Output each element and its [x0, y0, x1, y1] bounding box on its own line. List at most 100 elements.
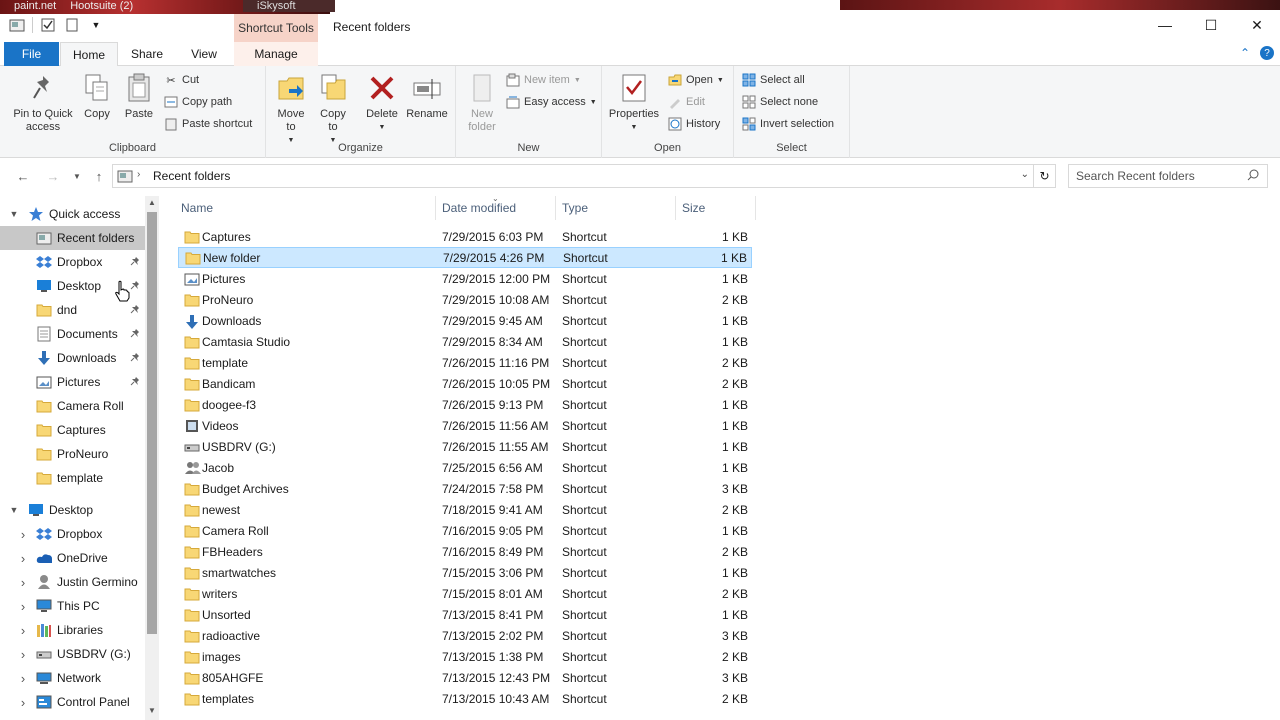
- address-field[interactable]: › Recent folders ⌄ ↻: [112, 164, 1056, 188]
- table-row[interactable]: writers 7/15/2015 8:01 AM Shortcut 2 KB: [178, 583, 752, 604]
- nav-item-template[interactable]: template: [0, 466, 145, 490]
- open-button[interactable]: Open ▼: [668, 70, 724, 90]
- edit-button[interactable]: Edit: [668, 92, 705, 112]
- nav-quick-access[interactable]: ▼ Quick access: [0, 202, 145, 226]
- nav-desktop[interactable]: ▼ Desktop: [0, 498, 145, 522]
- close-button[interactable]: ✕: [1234, 10, 1280, 40]
- table-row[interactable]: newest 7/18/2015 9:41 AM Shortcut 2 KB: [178, 499, 752, 520]
- expand-chevron-icon[interactable]: ›: [17, 551, 29, 566]
- nav-item-dropbox[interactable]: › Dropbox: [0, 522, 145, 546]
- pin-icon[interactable]: [130, 280, 140, 293]
- select-none-button[interactable]: Select none: [742, 92, 818, 112]
- table-row[interactable]: Videos 7/26/2015 11:56 AM Shortcut 1 KB: [178, 415, 752, 436]
- nav-item-control-panel[interactable]: › Control Panel: [0, 690, 145, 714]
- table-row[interactable]: images 7/13/2015 1:38 PM Shortcut 2 KB: [178, 646, 752, 667]
- column-header-name[interactable]: Name: [170, 196, 436, 220]
- up-button[interactable]: ↑: [90, 168, 108, 184]
- copy-to-button[interactable]: Copy to ▼: [314, 72, 352, 147]
- history-button[interactable]: History: [668, 114, 720, 134]
- address-dropdown-icon[interactable]: ⌄: [1021, 169, 1029, 180]
- table-row[interactable]: templates 7/13/2015 10:43 AM Shortcut 2 KB: [178, 688, 752, 709]
- nav-item-usbdrv-g-[interactable]: › USBDRV (G:): [0, 642, 145, 666]
- new-folder-qat-icon[interactable]: [63, 16, 81, 34]
- nav-item-downloads[interactable]: Downloads: [0, 346, 145, 370]
- rename-button[interactable]: Rename: [404, 72, 450, 121]
- pin-icon[interactable]: [130, 352, 140, 365]
- forward-button[interactable]: →: [44, 168, 62, 184]
- nav-item-pictures[interactable]: Pictures: [0, 370, 145, 394]
- properties-check-icon[interactable]: [39, 16, 57, 34]
- scroll-up-icon[interactable]: ▲: [145, 198, 159, 212]
- collapse-chevron-icon[interactable]: ▼: [8, 505, 20, 515]
- invert-selection-button[interactable]: Invert selection: [742, 114, 834, 134]
- scrollbar-thumb[interactable]: [147, 212, 157, 634]
- pin-icon[interactable]: [130, 376, 140, 389]
- expand-chevron-icon[interactable]: ›: [17, 695, 29, 710]
- breadcrumb[interactable]: Recent folders: [153, 169, 230, 183]
- table-row[interactable]: Downloads 7/29/2015 9:45 AM Shortcut 1 KB: [178, 310, 752, 331]
- table-row[interactable]: Pictures 7/29/2015 12:00 PM Shortcut 1 KB: [178, 268, 752, 289]
- new-item-button[interactable]: New item ▼: [506, 70, 581, 90]
- table-row[interactable]: doogee-f3 7/26/2015 9:13 PM Shortcut 1 KB: [178, 394, 752, 415]
- table-row[interactable]: Budget Archives 7/24/2015 7:58 PM Shortcut…: [178, 478, 752, 499]
- table-row[interactable]: Jacob 7/25/2015 6:56 AM Shortcut 1 KB: [178, 457, 752, 478]
- move-to-button[interactable]: Move to ▼: [272, 72, 310, 147]
- minimize-button[interactable]: —: [1142, 10, 1188, 40]
- copy-path-button[interactable]: Copy path: [164, 92, 232, 112]
- table-row[interactable]: USBDRV (G:) 7/26/2015 11:55 AM Shortcut 1 K…: [178, 436, 752, 457]
- copy-button[interactable]: Copy: [80, 72, 114, 121]
- table-row[interactable]: radioactive 7/13/2015 2:02 PM Shortcut 3 KB: [178, 625, 752, 646]
- table-row[interactable]: Camera Roll 7/16/2015 9:05 PM Shortcut 1 KB: [178, 520, 752, 541]
- customize-dropdown-icon[interactable]: ▼: [87, 16, 105, 34]
- nav-item-onedrive[interactable]: › OneDrive: [0, 546, 145, 570]
- table-row[interactable]: template 7/26/2015 11:16 PM Shortcut 2 KB: [178, 352, 752, 373]
- paste-button[interactable]: Paste: [122, 72, 156, 121]
- back-button[interactable]: ←: [14, 168, 32, 184]
- nav-item-captures[interactable]: Captures: [0, 418, 145, 442]
- tab-file[interactable]: File: [4, 42, 59, 66]
- nav-item-libraries[interactable]: › Libraries: [0, 618, 145, 642]
- table-row[interactable]: Captures 7/29/2015 6:03 PM Shortcut 1 KB: [178, 226, 752, 247]
- select-all-button[interactable]: Select all: [742, 70, 805, 90]
- table-row[interactable]: New folder 7/29/2015 4:26 PM Shortcut 1 KB: [178, 247, 752, 268]
- paste-shortcut-button[interactable]: Paste shortcut: [164, 114, 252, 134]
- table-row[interactable]: FBHeaders 7/16/2015 8:49 PM Shortcut 2 KB: [178, 541, 752, 562]
- column-header-type[interactable]: Type: [556, 196, 676, 220]
- expand-chevron-icon[interactable]: ›: [17, 599, 29, 614]
- new-folder-button[interactable]: New folder: [462, 72, 502, 134]
- table-row[interactable]: Camtasia Studio 7/29/2015 8:34 AM Shortcut…: [178, 331, 752, 352]
- tab-view[interactable]: View: [176, 42, 232, 66]
- collapse-chevron-icon[interactable]: ▼: [8, 209, 20, 219]
- tab-manage[interactable]: Manage: [234, 42, 318, 66]
- nav-item-recent-folders[interactable]: Recent folders: [0, 226, 145, 250]
- pin-icon[interactable]: [130, 304, 140, 317]
- expand-chevron-icon[interactable]: ›: [17, 647, 29, 662]
- nav-item-dropbox[interactable]: Dropbox: [0, 250, 145, 274]
- nav-item-network[interactable]: › Network: [0, 666, 145, 690]
- nav-item-justin-germino[interactable]: › Justin Germino: [0, 570, 145, 594]
- table-row[interactable]: Bandicam 7/26/2015 10:05 PM Shortcut 2 KB: [178, 373, 752, 394]
- expand-chevron-icon[interactable]: ›: [17, 575, 29, 590]
- recent-locations-button[interactable]: ▼: [68, 168, 86, 184]
- tab-share[interactable]: Share: [118, 42, 176, 66]
- pin-to-quick-access-button[interactable]: Pin to Quick access: [8, 72, 78, 134]
- table-row[interactable]: Unsorted 7/13/2015 8:41 PM Shortcut 1 KB: [178, 604, 752, 625]
- table-row[interactable]: smartwatches 7/15/2015 3:06 PM Shortcut 1 K…: [178, 562, 752, 583]
- nav-item-documents[interactable]: Documents: [0, 322, 145, 346]
- table-row[interactable]: 805AHGFE 7/13/2015 12:43 PM Shortcut 3 KB: [178, 667, 752, 688]
- easy-access-button[interactable]: Easy access ▼: [506, 92, 597, 112]
- pin-icon[interactable]: [130, 256, 140, 269]
- column-header-size[interactable]: Size: [676, 196, 756, 220]
- collapse-ribbon-icon[interactable]: ⌃: [1240, 46, 1250, 60]
- expand-chevron-icon[interactable]: ›: [17, 623, 29, 638]
- expand-chevron-icon[interactable]: ›: [17, 527, 29, 542]
- refresh-icon[interactable]: ↻: [1033, 165, 1055, 187]
- nav-item-this-pc[interactable]: › This PC: [0, 594, 145, 618]
- help-icon[interactable]: ?: [1260, 46, 1274, 60]
- nav-scrollbar[interactable]: ▲ ▼: [145, 196, 159, 720]
- scroll-down-icon[interactable]: ▼: [145, 706, 159, 720]
- nav-item-camera-roll[interactable]: Camera Roll: [0, 394, 145, 418]
- search-input[interactable]: Search Recent folders: [1068, 164, 1268, 188]
- explorer-app-icon[interactable]: [8, 16, 26, 34]
- maximize-button[interactable]: ☐: [1188, 10, 1234, 40]
